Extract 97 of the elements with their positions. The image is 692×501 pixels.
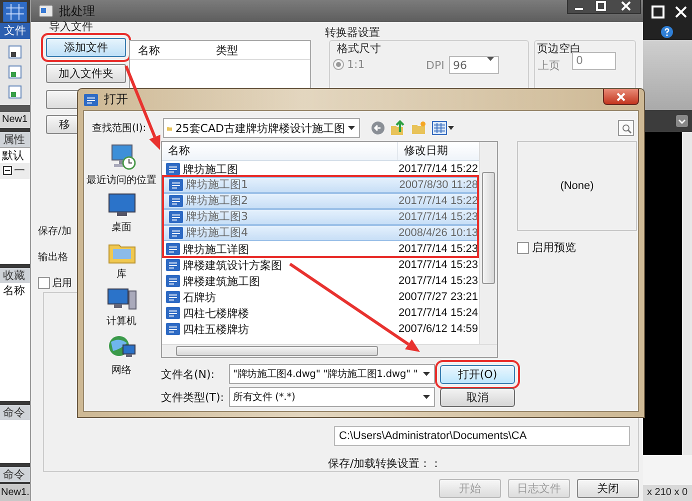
caret-icon <box>423 395 430 399</box>
place-item[interactable]: 网络 <box>84 333 159 377</box>
column-header[interactable]: 类型 <box>208 41 286 59</box>
cad-file-icon <box>166 243 180 255</box>
caret-icon <box>348 126 355 130</box>
group-label: 格式尺寸 <box>337 41 381 56</box>
field-label: 文件类型(T): <box>161 390 226 404</box>
folder-dropdown[interactable]: 25套CAD古建牌坊牌楼设计施工图 <box>163 118 360 138</box>
caret-icon <box>423 372 430 376</box>
document-tab[interactable]: New1. <box>0 484 30 501</box>
section-label: 输出格 <box>38 250 68 264</box>
panel-tab[interactable]: 收藏 <box>0 268 30 283</box>
file-name-field[interactable]: "牌坊施工图4.dwg" "牌坊施工图1.dwg" " <box>229 364 435 384</box>
toolbar-icon[interactable] <box>8 84 22 99</box>
preview-icon[interactable] <box>618 120 634 136</box>
column-header[interactable]: 名称 <box>162 142 398 160</box>
cad-file-icon <box>84 94 98 106</box>
menu-item[interactable]: 文件 <box>0 22 30 39</box>
field-label: 上页 <box>538 58 560 73</box>
toolbar-icon[interactable] <box>8 64 22 79</box>
cad-file-icon <box>166 323 180 335</box>
desktop-icon <box>106 192 136 218</box>
help-icon[interactable] <box>661 26 673 38</box>
add-button[interactable]: 加入文件夹 <box>46 64 126 83</box>
back-icon[interactable] <box>371 121 385 135</box>
radio-label: 1:1 <box>347 58 365 71</box>
window-icon <box>39 5 53 17</box>
cad-file-icon <box>166 307 180 319</box>
cad-file-icon <box>166 275 180 287</box>
file-row[interactable]: 四柱七楼牌楼 2017/7/14 15:24 <box>162 305 479 321</box>
scrollbar[interactable] <box>162 344 497 357</box>
preview-text: (None) <box>560 180 594 192</box>
window-title: 打开 <box>104 91 128 108</box>
file-row[interactable]: 牌楼建筑设计方案图 2017/7/14 15:23 <box>162 257 479 273</box>
checkbox-label: 启用预览 <box>532 240 576 255</box>
ribbon-panel <box>643 40 692 110</box>
section-label: 导入文件 <box>49 19 93 34</box>
dialog-button[interactable]: 关闭 <box>577 479 639 498</box>
place-item[interactable]: 最近访问的位置 <box>84 143 159 187</box>
file-row[interactable]: 牌坊施工图3 2017/7/14 15:23 <box>162 209 479 225</box>
checkbox-label: 启用 <box>52 276 72 290</box>
dropdown-icon[interactable] <box>676 115 688 127</box>
panel-tab[interactable]: 命令 <box>0 404 30 420</box>
column-header[interactable]: 修改日期 <box>398 142 479 160</box>
cancel-button[interactable]: 取消 <box>440 388 515 406</box>
close-icon[interactable] <box>674 5 688 19</box>
section-label: 保存/加 <box>38 224 72 238</box>
checkbox[interactable] <box>517 242 529 254</box>
scrollbar[interactable] <box>479 142 497 344</box>
close-icon <box>616 92 626 102</box>
file-row[interactable]: 牌坊施工图2 2017/7/14 15:22 <box>162 193 479 209</box>
scrollbar[interactable] <box>682 132 692 455</box>
place-item[interactable]: 计算机 <box>84 286 159 328</box>
up-folder-icon[interactable] <box>390 120 406 136</box>
cad-file-icon <box>166 259 180 271</box>
file-row[interactable]: 牌坊施工图4 2008/4/26 10:13 <box>162 225 479 241</box>
place-item[interactable]: 桌面 <box>84 192 159 234</box>
window-controls[interactable] <box>567 0 641 14</box>
file-row[interactable]: 牌坊施工图1 2007/8/30 11:28 <box>162 177 479 193</box>
status-text: x 210 x 0 <box>643 485 692 501</box>
dropdown-field[interactable]: 默认 <box>0 146 30 163</box>
cad-file-icon <box>169 179 183 191</box>
cad-file-icon <box>169 195 183 207</box>
place-item[interactable]: 库 <box>84 239 159 281</box>
caret-icon <box>487 57 494 61</box>
section-label: 转换器设置 <box>325 25 380 40</box>
cad-logo-icon <box>3 2 27 22</box>
field-label: DPI <box>426 59 444 72</box>
close-button[interactable] <box>603 89 639 105</box>
file-row[interactable]: 四柱五楼牌坊 2007/6/12 14:59 <box>162 321 479 337</box>
cad-file-icon <box>169 227 183 239</box>
file-row[interactable]: 牌坊施工图 2017/7/14 15:22 <box>162 161 479 177</box>
cad-file-icon <box>169 211 183 223</box>
cad-file-icon <box>166 163 180 175</box>
maximize-icon[interactable] <box>651 5 666 19</box>
view-menu-icon[interactable] <box>432 121 454 135</box>
column-header[interactable]: 名称 <box>130 41 208 59</box>
checkbox[interactable] <box>38 277 50 289</box>
collapse-icon[interactable] <box>3 166 12 176</box>
window-title: 批处理 <box>59 2 95 20</box>
cad-file-icon <box>166 291 180 303</box>
field-label: 文件名(N): <box>161 366 216 382</box>
panel-tab[interactable]: 命令 <box>0 467 30 482</box>
margin-field[interactable]: 0 <box>572 52 616 70</box>
panel-tab[interactable]: 属性 <box>0 132 30 147</box>
column-header: 名称 <box>0 282 30 298</box>
document-tab[interactable]: New1 <box>0 112 30 128</box>
settings-label: 保存/加载转换设置：： <box>328 456 442 471</box>
radio-button[interactable] <box>333 59 344 70</box>
file-row[interactable]: 石牌坊 2007/7/27 23:21 <box>162 289 479 305</box>
computer-icon <box>106 286 136 312</box>
dpi-select[interactable]: 96 <box>449 56 499 74</box>
file-type-select[interactable]: 所有文件 (*.*) <box>229 387 435 407</box>
toolbar-icon[interactable] <box>8 44 22 59</box>
path-field[interactable]: C:\Users\Administrator\Documents\CA <box>334 426 630 446</box>
file-row[interactable]: 牌楼建筑施工图 2017/7/14 15:23 <box>162 273 479 289</box>
file-row[interactable]: 牌坊施工详图 2017/7/14 15:23 <box>162 241 479 257</box>
